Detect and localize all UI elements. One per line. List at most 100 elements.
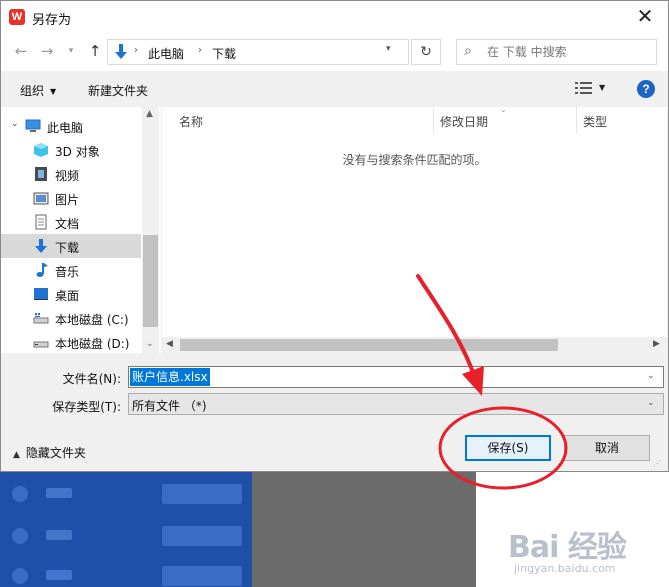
baidu-watermark: Bai 经验 jingyan.baidu.com [508,518,658,582]
breadcrumb-downloads[interactable]: 下载 [212,45,236,62]
nav-label: 此电脑 [47,121,84,135]
drive-icon [33,313,49,324]
nav-label: 3D 对象 [55,145,100,159]
nav-label: 音乐 [55,265,80,279]
download-arrow-icon [115,44,127,59]
nav-item-downloads[interactable]: 下载 [1,234,141,258]
wps-logo-icon: W [9,9,25,25]
chevron-up-icon: ▲ [13,450,20,460]
search-input[interactable] [487,43,652,61]
watermark-url: jingyan.baidu.com [514,562,616,575]
organize-menu[interactable]: 组织 ▼ [20,82,56,99]
close-icon[interactable]: ✕ [627,5,663,29]
scroll-up-icon[interactable]: ▲ [146,109,153,119]
address-bar[interactable]: › 此电脑 › 下载 ▾ [107,39,409,65]
navigation-pane: ⌄ 此电脑 3D 对象 视频 图片 文档 下载 音乐 桌面 本地磁盘 (C:) … [1,107,161,353]
view-options-icon[interactable] [575,81,593,95]
filetype-select[interactable]: 所有文件 （*) ⌄ [128,393,664,415]
nav-scrollbar-thumb[interactable] [143,235,158,327]
up-arrow-icon[interactable]: ↑ [85,41,105,61]
back-arrow-icon[interactable]: ← [11,41,31,61]
filetype-label: 保存类型(T): [52,400,121,414]
nav-scrollbar[interactable]: ▲ ⌄ [142,107,159,353]
column-header-type[interactable]: 类型 [583,113,607,130]
new-folder-button[interactable]: 新建文件夹 [88,82,148,99]
dialog-title: 另存为 [32,13,72,28]
column-divider[interactable] [576,107,577,133]
watermark-logo: Bai 经验 [508,530,627,565]
recent-locations-chevron-icon[interactable]: ▾ [61,41,81,61]
background-row [6,524,246,548]
refresh-icon: ↻ [420,44,432,60]
chevron-right-icon: › [198,45,202,56]
column-header-date-modified[interactable]: 修改日期 [440,113,488,130]
column-header-name[interactable]: 名称 [179,113,203,130]
scroll-left-icon[interactable]: ◀ [166,339,173,349]
chevron-down-icon[interactable]: ⌄ [647,371,655,381]
cancel-button[interactable]: 取消 [564,435,650,461]
address-row: ← → ▾ ↑ › 此电脑 › 下载 ▾ ↻ ⌕ [1,33,668,71]
organize-label: 组织 [20,84,45,98]
chevron-right-icon: › [134,45,138,56]
column-divider[interactable] [433,107,434,133]
filetype-value: 所有文件 （*) [132,399,207,413]
background-row [6,564,246,587]
forward-arrow-icon[interactable]: → [37,41,57,61]
video-icon [35,167,47,181]
background-app-panel [0,472,252,587]
refresh-button[interactable]: ↻ [411,39,441,65]
nav-item-pictures[interactable]: 图片 [1,186,141,210]
nav-label: 图片 [55,193,80,207]
horizontal-scrollbar[interactable]: ◀ ▶ [162,337,667,353]
nav-item-videos[interactable]: 视频 [1,162,141,186]
nav-label: 本地磁盘 (D:) [55,337,130,351]
search-icon: ⌕ [464,43,472,59]
empty-message: 没有与搜索条件匹配的项。 [342,153,487,167]
nav-item-desktop[interactable]: 桌面 [1,282,141,306]
nav-item-drive-c[interactable]: 本地磁盘 (C:) [1,306,141,330]
breadcrumb-this-pc[interactable]: 此电脑 [148,45,184,62]
scroll-down-icon[interactable]: ⌄ [146,339,154,349]
drive-icon [33,341,49,348]
computer-icon [25,119,41,132]
download-icon [35,239,47,253]
nav-item-3d-objects[interactable]: 3D 对象 [1,138,141,162]
resize-grip-icon[interactable]: ⋰ [653,459,661,468]
nav-label: 文档 [55,217,80,231]
command-bar: 组织 ▼ 新建文件夹 ▼ ? [1,71,668,107]
chevron-down-icon: ▼ [50,87,57,96]
scroll-right-icon[interactable]: ▶ [653,339,660,349]
save-as-dialog: W 另存为 ✕ ← → ▾ ↑ › 此电脑 › 下载 ▾ ↻ ⌕ 组织 ▼ 新建文… [0,0,669,472]
filename-value: 账户信息.xlsx [130,368,210,386]
background-gray-area [252,472,476,587]
nav-label: 本地磁盘 (C:) [55,313,129,327]
chevron-down-icon[interactable]: ⌄ [647,398,655,408]
search-box[interactable]: ⌕ [456,39,657,65]
chevron-down-icon[interactable]: ▾ [386,44,391,54]
nav-item-this-pc[interactable]: ⌄ 此电脑 [1,114,141,138]
title-bar: W 另存为 ✕ [1,1,668,33]
horizontal-scrollbar-thumb[interactable] [180,339,558,351]
nav-item-drive-d[interactable]: 本地磁盘 (D:) [1,330,141,353]
filename-field[interactable]: 账户信息.xlsx ⌄ [128,366,664,388]
filename-label: 文件名(N): [62,372,121,386]
cube-3d-icon [34,143,48,157]
nav-item-music[interactable]: 音乐 [1,258,141,282]
chevron-down-icon[interactable]: ▼ [599,83,605,92]
nav-label: 桌面 [55,289,80,303]
hide-folders-label: 隐藏文件夹 [25,446,86,460]
hide-folders-toggle[interactable]: ▲ 隐藏文件夹 [13,444,86,461]
nav-label: 下载 [55,241,80,255]
file-list: 名称 ⌄ 修改日期 类型 没有与搜索条件匹配的项。 ◀ ▶ [162,105,667,353]
save-button[interactable]: 保存(S) [465,435,551,461]
nav-label: 视频 [55,169,80,183]
background-row [6,482,246,506]
music-icon [36,263,48,277]
help-icon[interactable]: ? [637,80,655,98]
chevron-down-icon[interactable]: ⌄ [11,119,19,129]
document-icon [35,214,47,230]
desktop-icon [34,288,48,300]
picture-icon [33,192,49,205]
sort-chevron-icon: ⌄ [500,105,507,114]
nav-item-documents[interactable]: 文档 [1,210,141,234]
